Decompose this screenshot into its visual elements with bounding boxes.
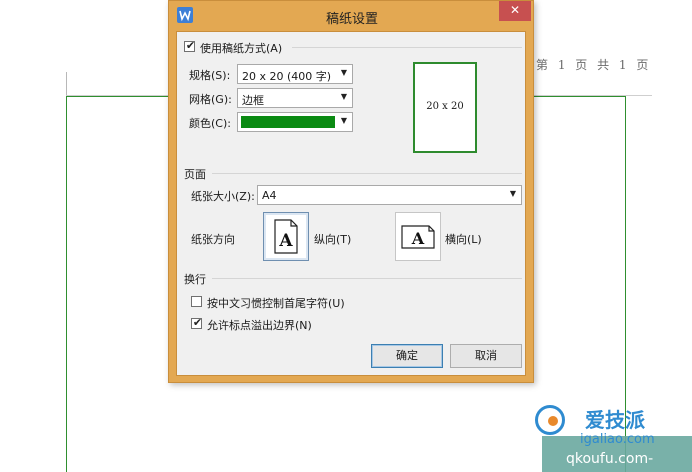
landscape-glyph: A [411, 229, 425, 248]
paper-settings-dialog: 稿纸设置 ✕ ✔ 使用稿纸方式(A) 规格(S): 20 x 20 (400 字… [168, 0, 534, 383]
ok-button[interactable]: 确定 [371, 344, 443, 368]
close-icon: ✕ [509, 3, 521, 17]
portrait-label[interactable]: 纵向(T) [314, 231, 351, 247]
orientation-label: 纸张方向 [191, 233, 235, 246]
cjk-rule-label: 按中文习惯控制首尾字符(U) [207, 297, 345, 310]
paper-size-label: 纸张大小(Z): [191, 190, 255, 203]
checkmark-icon: ✔ [185, 39, 196, 52]
separator [212, 278, 522, 279]
dropdown-arrow-icon: ▼ [340, 116, 347, 125]
watermark-logo-dot [548, 416, 558, 426]
paper-size-select[interactable]: A4 ▼ [257, 185, 522, 205]
grid-select[interactable]: 边框 ▼ [237, 88, 353, 108]
linebreak-section-heading: 换行 [184, 273, 206, 286]
dropdown-arrow-icon: ▼ [509, 189, 516, 198]
paper-grid-left-border [66, 96, 67, 472]
dialog-title: 稿纸设置 [325, 12, 378, 27]
landscape-option[interactable]: A [395, 212, 441, 261]
color-swatch [241, 116, 335, 128]
dropdown-arrow-icon: ▼ [340, 68, 347, 77]
separator [212, 173, 522, 174]
portrait-glyph: A [278, 231, 293, 251]
grid-value: 边框 [242, 94, 264, 107]
checkmark-icon: ✔ [192, 316, 203, 329]
paper-preview: 20 x 20 [413, 62, 477, 153]
dialog-titlebar[interactable]: 稿纸设置 ✕ [169, 1, 535, 31]
portrait-page-icon: A [274, 219, 298, 254]
watermark-title: 爱技派 [585, 408, 645, 432]
landscape-label[interactable]: 横向(L) [445, 231, 482, 247]
spec-select[interactable]: 20 x 20 (400 字) ▼ [237, 64, 353, 84]
spec-label: 规格(S): [189, 69, 231, 82]
paper-size-value: A4 [262, 189, 277, 202]
color-select[interactable]: ▼ [237, 112, 353, 132]
use-paper-label: 使用稿纸方式(A) [200, 42, 283, 55]
page-number-header: 第 1 页 共 1 页 [536, 58, 652, 72]
grid-label: 网格(G): [189, 93, 232, 106]
portrait-option[interactable]: A [263, 212, 309, 261]
dropdown-arrow-icon: ▼ [340, 92, 347, 101]
watermark-url-2: qkoufu.com- [566, 451, 654, 467]
use-paper-checkbox[interactable]: ✔ [184, 39, 196, 52]
landscape-page-icon: A [401, 225, 435, 249]
separator [292, 47, 522, 48]
page-section-heading: 页面 [184, 168, 206, 181]
dialog-client-area: ✔ 使用稿纸方式(A) 规格(S): 20 x 20 (400 字) ▼ 网格(… [176, 31, 526, 376]
allow-punct-checkbox[interactable]: ✔ [191, 316, 203, 329]
color-label: 颜色(C): [189, 117, 231, 130]
allow-punct-label: 允许标点溢出边界(N) [207, 319, 312, 332]
watermark-url: igaliao.com [580, 432, 655, 447]
close-button[interactable]: ✕ [499, 1, 531, 21]
cjk-rule-checkbox[interactable] [191, 296, 202, 307]
preview-label: 20 x 20 [426, 101, 464, 112]
cancel-button[interactable]: 取消 [450, 344, 522, 368]
spec-value: 20 x 20 (400 字) [242, 70, 332, 83]
